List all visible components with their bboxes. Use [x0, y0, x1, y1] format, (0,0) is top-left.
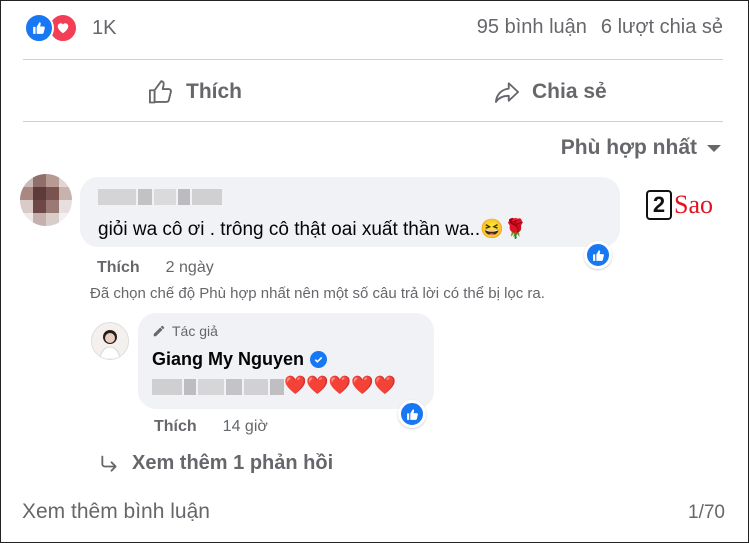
- divider-top: [23, 59, 723, 60]
- reply-meta: Thích 14 giờ: [154, 418, 268, 436]
- reply-like-badge-icon[interactable]: [398, 400, 426, 428]
- pencil-icon: [153, 325, 165, 337]
- watermark-number: 2: [646, 190, 672, 220]
- caret-down-icon: [707, 144, 721, 152]
- share-button[interactable]: Chia sẻ: [492, 70, 607, 114]
- comment-count[interactable]: 95 bình luận: [477, 16, 587, 39]
- view-more-comments-link[interactable]: Xem thêm bình luận: [22, 500, 210, 524]
- divider-bottom: [23, 121, 723, 122]
- reply-time[interactable]: 14 giờ: [223, 418, 268, 436]
- blurred-commenter-name[interactable]: [98, 189, 222, 205]
- verified-badge-icon: [310, 351, 328, 368]
- watermark-text: Sao: [674, 190, 713, 219]
- replier-name[interactable]: Giang My Nguyen: [152, 349, 304, 370]
- post-stats: 95 bình luận 6 lượt chia sẻ: [477, 16, 723, 39]
- comment-sort-dropdown[interactable]: Phù hợp nhất: [561, 136, 721, 160]
- comment-pagination: 1/70: [688, 502, 725, 523]
- like-button[interactable]: Thích: [146, 70, 242, 114]
- view-more-replies-label: Xem thêm 1 phản hồi: [132, 452, 334, 474]
- comment-bubble: giỏi wa cô ơi . trông cô thật oai xuất t…: [80, 177, 620, 247]
- reply-hearts: ❤️❤️❤️❤️❤️: [284, 375, 396, 396]
- filter-note: Đã chọn chế độ Phù hợp nhất nên một số c…: [90, 285, 545, 302]
- share-arrow-icon: [494, 82, 520, 103]
- author-badge-label: Tác giả: [172, 323, 218, 339]
- like-reaction-icon: [24, 13, 54, 43]
- sort-label: Phù hợp nhất: [560, 136, 697, 159]
- reply-bubble: Tác giả Giang My Nguyen ❤️❤️❤️❤️❤️: [138, 313, 434, 409]
- like-button-label: Thích: [186, 80, 242, 103]
- replier-avatar[interactable]: [91, 322, 129, 360]
- view-more-replies-button[interactable]: Xem thêm 1 phản hồi: [98, 452, 333, 475]
- comment-text: giỏi wa cô ơi . trông cô thật oai xuất t…: [98, 219, 528, 240]
- comment-like-link[interactable]: Thích: [97, 259, 140, 277]
- reaction-count[interactable]: 1K: [92, 17, 116, 40]
- replier-name-row: Giang My Nguyen: [152, 349, 328, 370]
- site-watermark-logo: 2 Sao: [646, 190, 713, 220]
- share-button-label: Chia sẻ: [532, 80, 607, 103]
- commenter-avatar[interactable]: [20, 174, 72, 226]
- thumbs-up-icon: [148, 80, 172, 104]
- comment-like-badge-icon[interactable]: [584, 241, 612, 269]
- comment-meta: Thích 2 ngày: [97, 259, 214, 277]
- share-count[interactable]: 6 lượt chia sẻ: [601, 16, 723, 39]
- reply-hearts-text: ❤️❤️❤️❤️❤️: [284, 375, 397, 395]
- author-badge: Tác giả: [152, 323, 218, 339]
- comment-time[interactable]: 2 ngày: [166, 259, 214, 277]
- blurred-reply-text: [152, 379, 284, 395]
- reply-like-link[interactable]: Thích: [154, 418, 197, 436]
- reply-arrow-icon: [101, 455, 117, 472]
- reaction-summary[interactable]: 1K: [24, 12, 116, 44]
